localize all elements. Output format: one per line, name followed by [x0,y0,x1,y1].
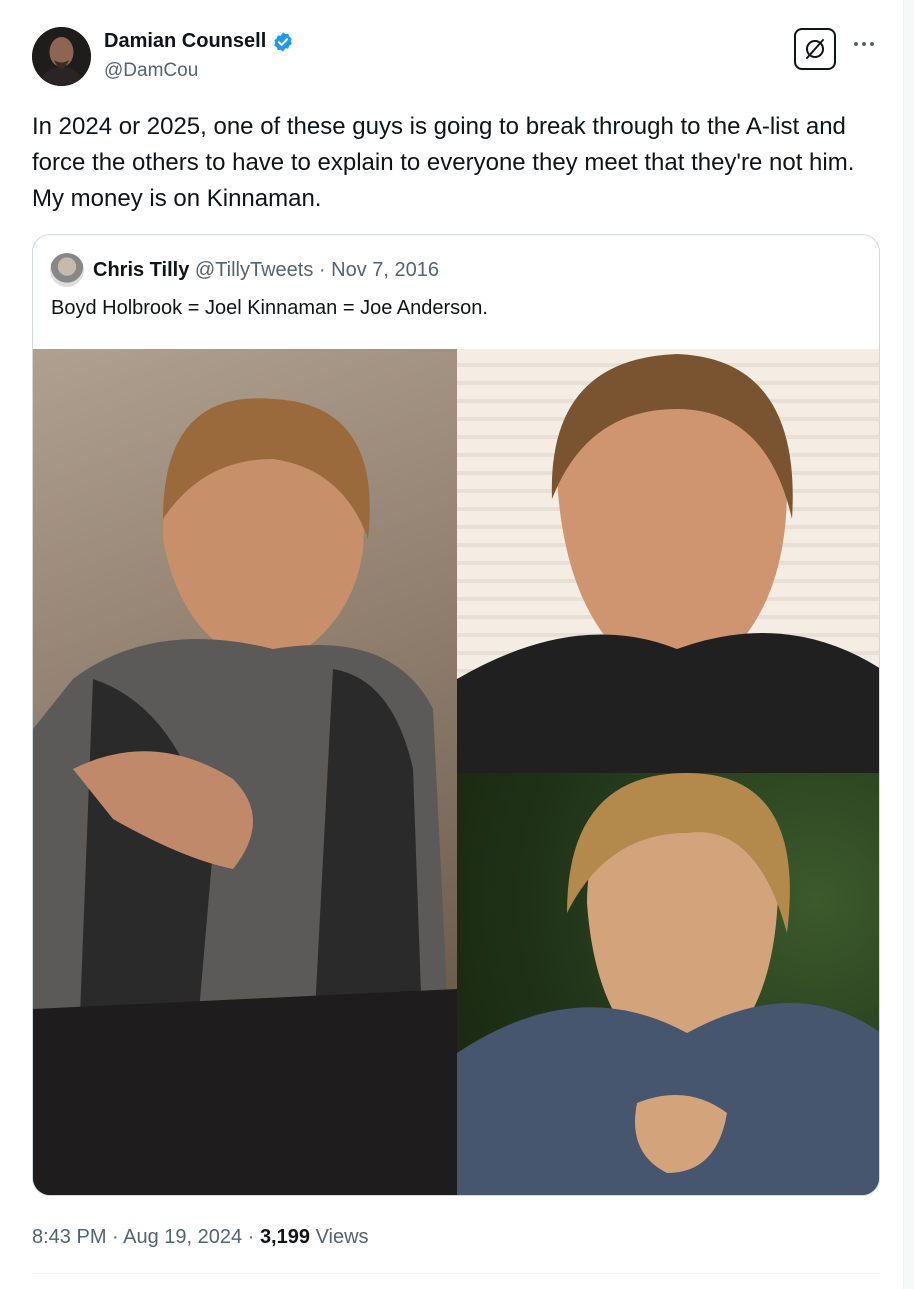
tweet-text: In 2024 or 2025, one of these guys is go… [32,113,855,212]
author-handle[interactable]: @DamCou [104,60,198,82]
grok-slash-icon [806,39,824,59]
tweet-meta-row: 8:43 PM · Aug 19, 2024 · 3,199 Views [32,1226,369,1249]
meta-separator-2: · [242,1226,260,1248]
tweet-time[interactable]: 8:43 PM [32,1226,106,1248]
quoted-author-handle[interactable]: @TillyTweets [195,259,313,281]
portrait-illustration-bottom-right [457,773,879,1195]
verified-badge-icon [274,31,292,52]
quoted-tweet-text: Boyd Holbrook = Joel Kinnaman = Joe Ande… [51,297,488,319]
portrait-illustration-left [33,398,457,1195]
more-options-button[interactable] [852,34,882,54]
quoted-author-name[interactable]: Chris Tilly [93,259,189,281]
photo-bottom-right-portrait[interactable] [457,773,879,1195]
author-name-row: Damian Counsell [104,30,294,53]
author-avatar[interactable] [32,27,91,86]
more-dots-icon [854,42,874,46]
views-label: Views [315,1226,369,1248]
quoted-tweet-header: Chris Tilly @TillyTweets · Nov 7, 2016 [93,259,439,282]
photo-top-right-portrait[interactable] [457,349,879,773]
bottom-divider [32,1273,880,1274]
quoted-tweet-date[interactable]: Nov 7, 2016 [331,259,439,281]
portrait-illustration-top-right [457,354,879,773]
quoted-tweet-card[interactable]: Chris Tilly @TillyTweets · Nov 7, 2016 B… [32,234,880,1196]
grok-button[interactable] [794,28,836,70]
photo-left-portrait[interactable] [33,349,457,1195]
right-edge-strip [903,0,914,1289]
meta-separator: · [106,1226,124,1248]
tweet-date[interactable]: Aug 19, 2024 [123,1226,242,1248]
quoted-author-avatar[interactable] [50,253,84,287]
quoted-meta-separator: · [313,259,332,281]
author-name[interactable]: Damian Counsell [104,30,266,53]
avatar-portrait-icon [32,27,91,86]
views-count: 3,199 [259,1226,310,1248]
